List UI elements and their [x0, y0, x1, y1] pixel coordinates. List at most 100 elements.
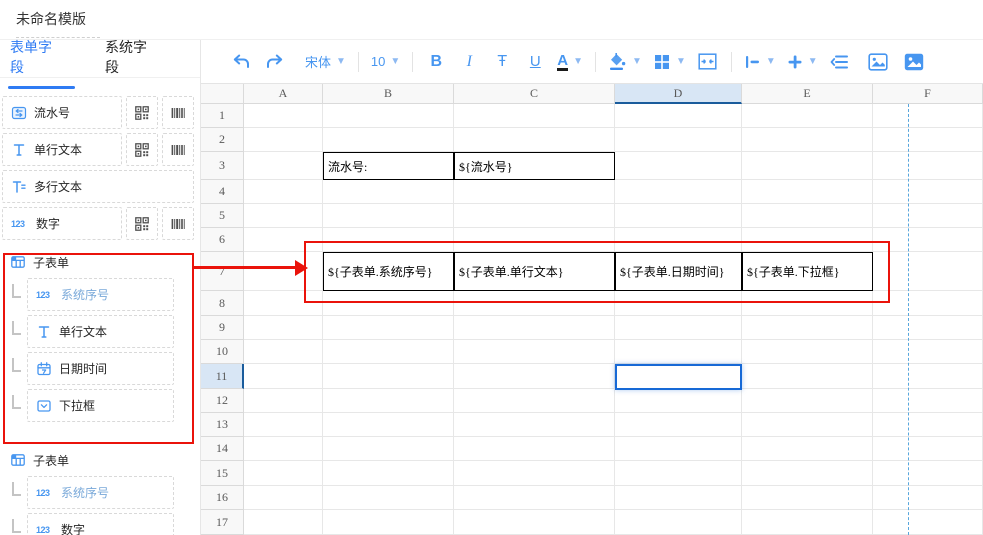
- qr-code-button[interactable]: [126, 207, 158, 240]
- subform-field-item[interactable]: 123数字: [27, 513, 174, 535]
- column-header-F[interactable]: F: [873, 84, 983, 104]
- grid-cell-B4[interactable]: [323, 180, 454, 204]
- grid-cell-C1[interactable]: [454, 104, 615, 128]
- select-all-corner[interactable]: [201, 84, 244, 104]
- row-header-15[interactable]: 15: [201, 461, 244, 486]
- grid-cell-B7[interactable]: ${子表单.系统序号}: [323, 252, 454, 291]
- qr-code-button[interactable]: [126, 96, 158, 129]
- grid-cell-B6[interactable]: [323, 228, 454, 252]
- insert-image-button[interactable]: [867, 48, 889, 76]
- grid-cell-B10[interactable]: [323, 340, 454, 364]
- grid-cell-D4[interactable]: [615, 180, 742, 204]
- barcode-button[interactable]: [162, 133, 194, 166]
- grid-cell-C13[interactable]: [454, 413, 615, 437]
- underline-button[interactable]: U: [524, 48, 546, 76]
- grid-cell-C10[interactable]: [454, 340, 615, 364]
- grid-cell-A2[interactable]: [244, 128, 323, 152]
- grid-cell-C14[interactable]: [454, 437, 615, 461]
- grid-cell-A11[interactable]: [244, 364, 323, 389]
- subform-field-item[interactable]: 123系统序号: [27, 278, 174, 311]
- grid-cell-B2[interactable]: [323, 128, 454, 152]
- field-item[interactable]: 单行文本: [2, 133, 122, 166]
- grid-cell-E8[interactable]: [742, 291, 873, 316]
- field-item[interactable]: 流水号: [2, 96, 122, 129]
- row-header-16[interactable]: 16: [201, 486, 244, 510]
- grid-cell-D9[interactable]: [615, 316, 742, 340]
- grid-cell-A3[interactable]: [244, 152, 323, 180]
- grid-cell-F8[interactable]: [873, 291, 983, 316]
- strikethrough-button[interactable]: Ŧ: [491, 48, 513, 76]
- grid-cell-C8[interactable]: [454, 291, 615, 316]
- grid-cell-D1[interactable]: [615, 104, 742, 128]
- grid-cell-F2[interactable]: [873, 128, 983, 152]
- row-header-4[interactable]: 4: [201, 180, 244, 204]
- row-header-12[interactable]: 12: [201, 389, 244, 413]
- grid-cell-B1[interactable]: [323, 104, 454, 128]
- barcode-button[interactable]: [162, 96, 194, 129]
- grid-cell-C4[interactable]: [454, 180, 615, 204]
- bold-button[interactable]: B: [425, 48, 447, 76]
- field-item[interactable]: 123数字: [2, 207, 122, 240]
- grid-cell-A7[interactable]: [244, 252, 323, 291]
- font-size-select[interactable]: 10▼: [371, 48, 400, 76]
- grid-cell-A10[interactable]: [244, 340, 323, 364]
- grid-cell-A15[interactable]: [244, 461, 323, 486]
- grid-cell-F10[interactable]: [873, 340, 983, 364]
- grid-cell-B13[interactable]: [323, 413, 454, 437]
- grid-cell-E12[interactable]: [742, 389, 873, 413]
- row-header-10[interactable]: 10: [201, 340, 244, 364]
- grid-cell-D3[interactable]: [615, 152, 742, 180]
- grid-cell-F3[interactable]: [873, 152, 983, 180]
- grid-cell-B15[interactable]: [323, 461, 454, 486]
- grid-cell-D17[interactable]: [615, 510, 742, 535]
- insert-image-filled-button[interactable]: [903, 48, 925, 76]
- grid-cell-D16[interactable]: [615, 486, 742, 510]
- grid-cell-C17[interactable]: [454, 510, 615, 535]
- row-header-14[interactable]: 14: [201, 437, 244, 461]
- grid-cell-D5[interactable]: [615, 204, 742, 228]
- grid-cell-F11[interactable]: [873, 364, 983, 389]
- row-header-7[interactable]: 7: [201, 252, 244, 291]
- grid-cell-A12[interactable]: [244, 389, 323, 413]
- redo-button[interactable]: [263, 48, 285, 76]
- field-item[interactable]: 多行文本: [2, 170, 194, 203]
- grid-cell-E5[interactable]: [742, 204, 873, 228]
- grid-cell-D14[interactable]: [615, 437, 742, 461]
- column-header-A[interactable]: A: [244, 84, 323, 104]
- grid-cell-B17[interactable]: [323, 510, 454, 535]
- grid-cell-A14[interactable]: [244, 437, 323, 461]
- grid-cell-D6[interactable]: [615, 228, 742, 252]
- grid-cell-C7[interactable]: ${子表单.单行文本}: [454, 252, 615, 291]
- grid-cell-D13[interactable]: [615, 413, 742, 437]
- grid-cell-C3[interactable]: ${流水号}: [454, 152, 615, 180]
- grid-cell-F14[interactable]: [873, 437, 983, 461]
- column-header-D[interactable]: D: [615, 84, 742, 104]
- row-header-8[interactable]: 8: [201, 291, 244, 316]
- column-header-E[interactable]: E: [742, 84, 873, 104]
- grid-cell-D15[interactable]: [615, 461, 742, 486]
- row-header-13[interactable]: 13: [201, 413, 244, 437]
- grid-cell-E11[interactable]: [742, 364, 873, 389]
- grid-cell-E9[interactable]: [742, 316, 873, 340]
- subform-field-item[interactable]: 单行文本: [27, 315, 174, 348]
- grid-cell-C5[interactable]: [454, 204, 615, 228]
- grid-cell-D8[interactable]: [615, 291, 742, 316]
- grid-cell-E3[interactable]: [742, 152, 873, 180]
- grid-cell-B3[interactable]: 流水号:: [323, 152, 454, 180]
- grid-cell-D2[interactable]: [615, 128, 742, 152]
- grid-cell-E10[interactable]: [742, 340, 873, 364]
- grid-cell-F15[interactable]: [873, 461, 983, 486]
- grid-cell-C16[interactable]: [454, 486, 615, 510]
- grid-cell-B8[interactable]: [323, 291, 454, 316]
- grid-cell-E14[interactable]: [742, 437, 873, 461]
- grid-cell-A16[interactable]: [244, 486, 323, 510]
- fill-color-button[interactable]: ▼: [608, 48, 642, 76]
- grid-cell-B14[interactable]: [323, 437, 454, 461]
- grid-cell-E13[interactable]: [742, 413, 873, 437]
- grid-cell-A6[interactable]: [244, 228, 323, 252]
- subform-field-item[interactable]: 下拉框: [27, 389, 174, 422]
- grid-cell-D11[interactable]: [615, 364, 742, 389]
- row-header-3[interactable]: 3: [201, 152, 244, 180]
- align-button[interactable]: ▼: [744, 48, 776, 76]
- grid-cell-A5[interactable]: [244, 204, 323, 228]
